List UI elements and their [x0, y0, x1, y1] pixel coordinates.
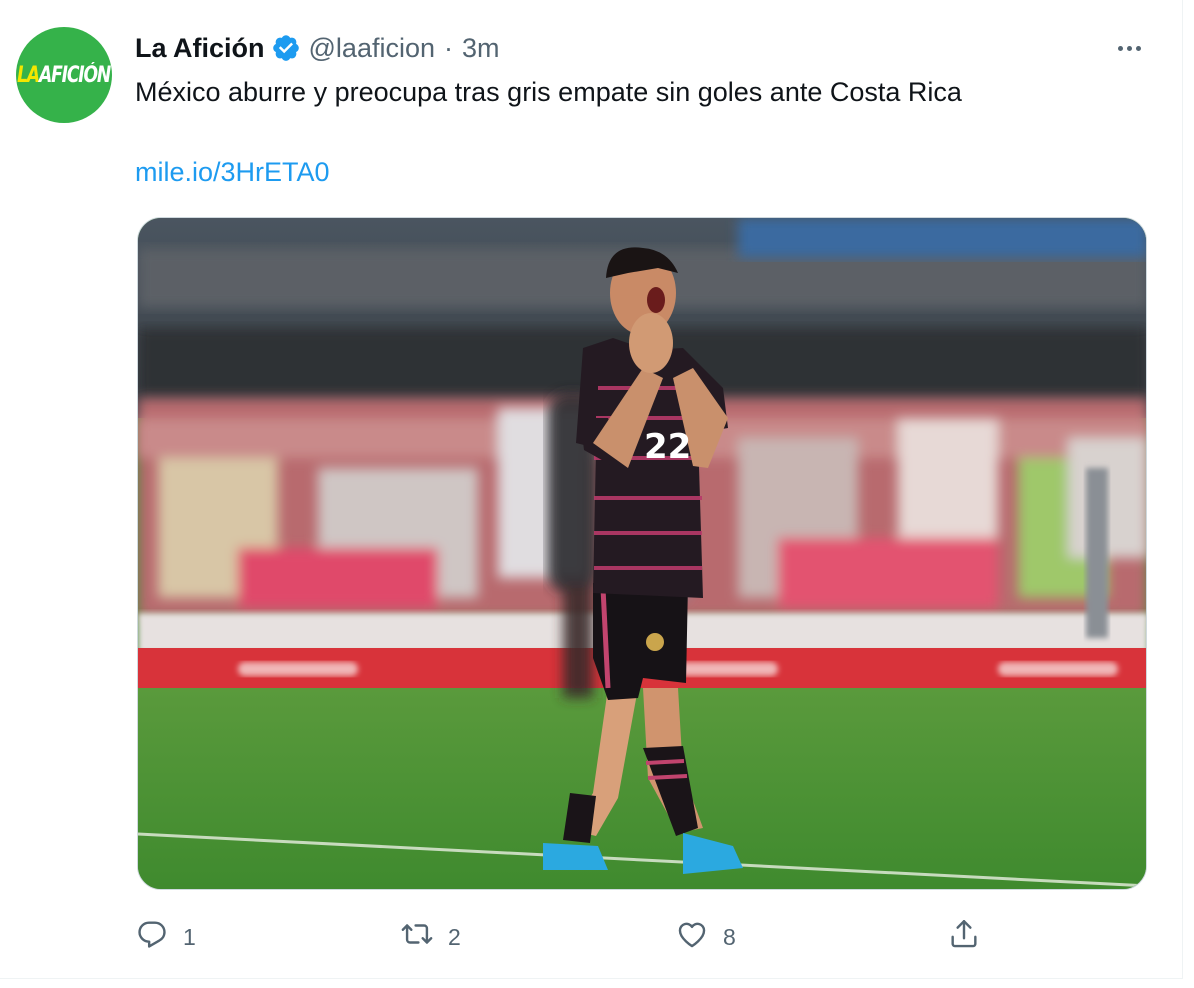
- like-icon: [675, 917, 709, 957]
- avatar-logo: LAAFICIÓN: [17, 62, 112, 88]
- tweet-timestamp[interactable]: 3m: [462, 33, 500, 64]
- retweet-icon: [400, 917, 434, 957]
- svg-text:22: 22: [644, 427, 691, 467]
- header-separator: ·: [444, 32, 453, 63]
- reply-button[interactable]: 1: [135, 914, 196, 960]
- share-button[interactable]: [947, 914, 981, 960]
- author-avatar[interactable]: LAAFICIÓN: [16, 27, 112, 123]
- more-options-icon[interactable]: [1110, 34, 1148, 62]
- share-icon: [947, 917, 981, 957]
- tweet-header: La Afición @laaficion · 3m: [135, 30, 500, 66]
- soccer-player-photo: 22: [138, 218, 1146, 889]
- reply-count: 1: [183, 923, 196, 950]
- like-count: 8: [723, 923, 736, 950]
- like-button[interactable]: 8: [675, 914, 736, 960]
- reply-icon: [135, 917, 169, 957]
- retweet-button[interactable]: 2: [400, 914, 461, 960]
- author-name[interactable]: La Afición: [135, 33, 265, 64]
- tweet-card[interactable]: LAAFICIÓN La Afición @laaficion · 3m Méx…: [0, 0, 1183, 979]
- tweet-text: México aburre y preocupa tras gris empat…: [135, 77, 962, 107]
- retweet-count: 2: [448, 923, 461, 950]
- verified-badge-icon: [271, 33, 301, 63]
- tweet-link[interactable]: mile.io/3HrETA0: [135, 154, 330, 190]
- tweet-actions: 1 2 8: [135, 914, 1155, 960]
- author-handle[interactable]: @laaficion: [309, 33, 435, 64]
- tweet-photo[interactable]: 22: [137, 217, 1147, 890]
